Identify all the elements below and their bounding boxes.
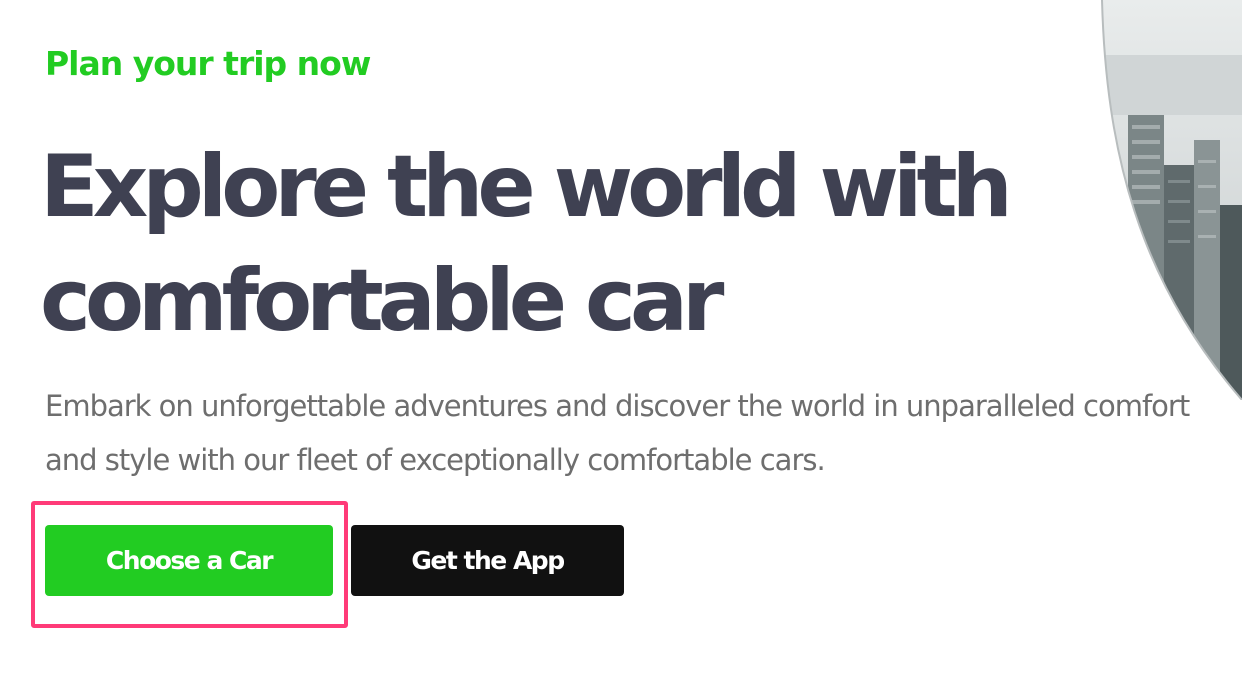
headline-line-2: comfortable car (40, 251, 724, 351)
hero-description: Embark on unforgettable adventures and d… (45, 389, 1190, 477)
choose-car-button[interactable]: Choose a Car (45, 525, 333, 596)
get-app-button[interactable]: Get the App (351, 525, 624, 596)
hero-city-image (1098, 0, 1242, 400)
headline-line-1: Explore the world with (40, 137, 1013, 237)
page-headline: Explore the world with comfortable car (40, 130, 1013, 358)
eyebrow-text: Plan your trip now (45, 44, 371, 83)
